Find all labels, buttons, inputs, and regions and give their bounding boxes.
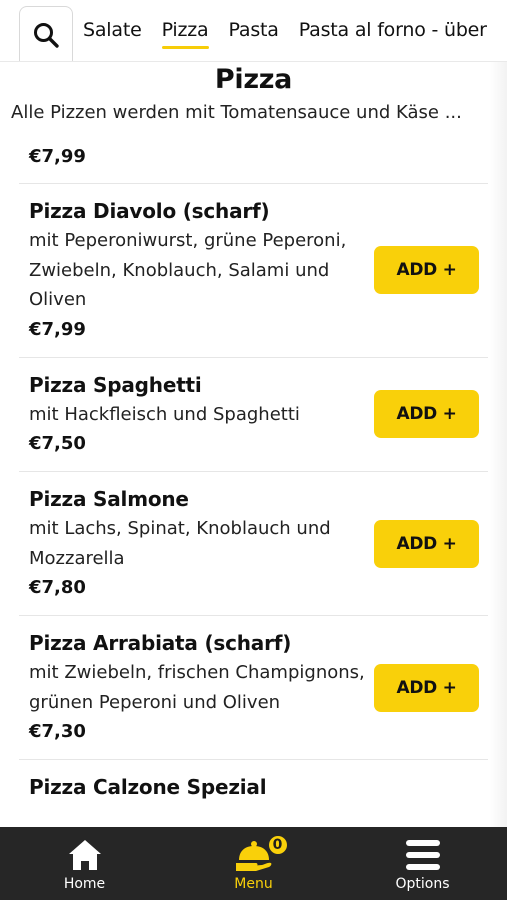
category-tabs: Salate Pizza Pasta Pasta al forno - über bbox=[83, 0, 507, 61]
menu-item[interactable]: €7,99 bbox=[19, 130, 488, 184]
section-description: Alle Pizzen werden mit Tomatensauce und … bbox=[11, 102, 462, 123]
tab-pizza[interactable]: Pizza bbox=[161, 19, 209, 49]
nav-options-label: Options bbox=[395, 876, 450, 892]
nav-home-label: Home bbox=[63, 876, 106, 892]
nav-menu[interactable]: 0 Menu bbox=[169, 827, 338, 900]
add-button[interactable]: ADD + bbox=[374, 390, 479, 439]
item-description: mit Peperoniwurst, grüne Peperoni, Zwieb… bbox=[29, 230, 347, 310]
menu-item[interactable]: Pizza Diavolo (scharf) mit Peperoniwurst… bbox=[19, 184, 488, 358]
search-button[interactable] bbox=[19, 6, 73, 61]
menu-item-list: €7,99 Pizza Diavolo (scharf) mit Peperon… bbox=[19, 130, 488, 814]
menu-item[interactable]: Pizza Calzone Spezial bbox=[19, 760, 488, 814]
menu-item[interactable]: Pizza Arrabiata (scharf) mit Zwiebeln, f… bbox=[19, 616, 488, 760]
nav-home[interactable]: Home bbox=[0, 827, 169, 900]
home-icon bbox=[68, 840, 101, 870]
item-price: €7,99 bbox=[29, 318, 86, 340]
item-price: €7,80 bbox=[29, 577, 86, 598]
item-description: mit Zwiebeln, frischen Champignons, grün… bbox=[29, 662, 365, 713]
hamburger-icon bbox=[405, 840, 440, 870]
item-name: Pizza Arrabiata (scharf) bbox=[29, 631, 292, 655]
tab-salate[interactable]: Salate bbox=[83, 19, 142, 43]
scroll-edge-shadow bbox=[489, 62, 507, 828]
item-name: Pizza Salmone bbox=[29, 487, 189, 511]
category-bar: Salate Pizza Pasta Pasta al forno - über bbox=[0, 0, 507, 62]
add-button[interactable]: ADD + bbox=[374, 246, 479, 295]
bottom-navigation: Home 0 Menu Options bbox=[0, 827, 507, 900]
nav-options[interactable]: Options bbox=[338, 827, 507, 900]
cart-count-badge: 0 bbox=[266, 834, 289, 856]
item-name: Pizza Diavolo (scharf) bbox=[29, 199, 270, 223]
item-description: mit Hackfleisch und Spaghetti bbox=[29, 403, 300, 425]
tab-pasta[interactable]: Pasta bbox=[229, 19, 279, 43]
item-price: €7,30 bbox=[29, 721, 86, 742]
search-icon bbox=[34, 22, 59, 48]
tab-pasta-al-forno[interactable]: Pasta al forno - über bbox=[299, 19, 487, 43]
section-title: Pizza bbox=[214, 64, 293, 95]
add-button[interactable]: ADD + bbox=[374, 663, 479, 712]
item-name: Pizza Calzone Spezial bbox=[29, 775, 267, 799]
menu-item[interactable]: Pizza Spaghetti mit Hackfleisch und Spag… bbox=[19, 358, 488, 472]
nav-menu-label: Menu bbox=[234, 876, 273, 892]
item-price: €7,99 bbox=[29, 146, 86, 167]
item-description: mit Lachs, Spinat, Knoblauch und Mozzare… bbox=[29, 518, 331, 569]
menu-item[interactable]: Pizza Salmone mit Lachs, Spinat, Knoblau… bbox=[19, 472, 488, 616]
add-button[interactable]: ADD + bbox=[374, 519, 479, 568]
